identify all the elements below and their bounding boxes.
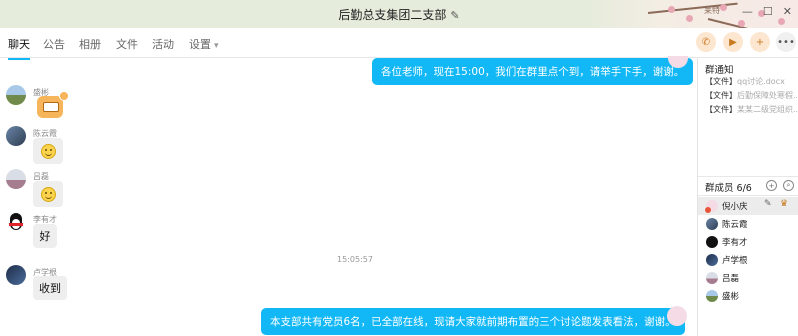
- avatar: [706, 254, 718, 266]
- more-button[interactable]: •••: [776, 32, 796, 52]
- tab-activities[interactable]: 活动: [152, 36, 174, 52]
- member-name: 盛彬: [722, 292, 740, 302]
- title-bar: 后勤总支集团二支部 ✎ 莱特 — ☐ ✕: [0, 0, 798, 28]
- smile-emoji-icon: [40, 186, 56, 202]
- notice-file-item[interactable]: 【文件】后勤保障处寒假...: [705, 90, 798, 101]
- search-icon[interactable]: ⌕: [783, 180, 794, 191]
- member-item[interactable]: 盛彬: [698, 287, 798, 305]
- avatar: [706, 236, 718, 248]
- tab-settings-label: 设置: [189, 38, 211, 51]
- minimize-icon[interactable]: —: [742, 5, 753, 18]
- file-name: 后勤保障处寒假...: [737, 91, 798, 100]
- notice-tag: 【文件】: [705, 77, 737, 86]
- divider: [698, 176, 798, 177]
- message-timestamp: 15:05:57: [337, 255, 373, 264]
- message-bubble-incoming[interactable]: 好: [33, 224, 57, 248]
- smile-emoji-icon: [40, 143, 56, 159]
- file-name: 某某二级党组织...: [737, 105, 798, 114]
- tab-announcements[interactable]: 公告: [43, 36, 65, 52]
- message-bubble-outgoing[interactable]: 本支部共有党员6名，已全部在线，现请大家就前期布置的三个讨论题发表看法，谢谢。: [261, 308, 685, 335]
- member-list-title: 群成员 6/6: [705, 183, 752, 194]
- member-item[interactable]: 陈云霞: [698, 215, 798, 233]
- tab-files[interactable]: 文件: [116, 36, 138, 52]
- member-name: 李有才: [722, 238, 748, 248]
- member-name: 倪小庆: [722, 202, 748, 212]
- edit-icon[interactable]: ✎: [764, 199, 772, 209]
- member-item[interactable]: 吕磊: [698, 269, 798, 287]
- grinning-sticker[interactable]: [37, 91, 69, 118]
- phone-call-button[interactable]: ✆: [696, 32, 716, 52]
- video-call-button[interactable]: ▶: [723, 32, 743, 52]
- chat-area[interactable]: [0, 58, 697, 336]
- add-app-button[interactable]: +: [750, 32, 770, 52]
- message-bubble-outgoing[interactable]: 各位老师，现在15:00，我们在群里点个到，请举手下手，谢谢。: [372, 58, 694, 85]
- notice-tag: 【文件】: [705, 105, 737, 114]
- status-dot: [705, 207, 711, 213]
- close-icon[interactable]: ✕: [783, 5, 792, 18]
- tab-chat[interactable]: 聊天: [8, 36, 30, 60]
- group-notice-title[interactable]: 群通知: [705, 62, 734, 76]
- divider: [698, 195, 798, 196]
- badge-icon: [59, 91, 69, 101]
- owner-icon: ♛: [780, 199, 789, 209]
- member-name: 吕磊: [722, 274, 740, 284]
- notice-tag: 【文件】: [705, 91, 737, 100]
- avatar[interactable]: [6, 126, 26, 146]
- avatar[interactable]: [6, 169, 26, 189]
- member-item[interactable]: 倪小庆 ✎ ♛: [698, 197, 798, 215]
- message-bubble-incoming[interactable]: [33, 138, 63, 164]
- plus-icon: +: [755, 36, 765, 48]
- corner-label: 莱特: [704, 6, 720, 15]
- phone-icon: ✆: [701, 36, 711, 48]
- avatar[interactable]: [6, 85, 26, 105]
- avatar: [706, 290, 718, 302]
- edit-icon[interactable]: ✎: [450, 9, 459, 22]
- member-name: 卢学根: [722, 256, 748, 266]
- member-item[interactable]: 李有才: [698, 233, 798, 251]
- file-name: qq讨论.docx: [737, 77, 785, 86]
- message-bubble-incoming[interactable]: [33, 181, 63, 207]
- message-bubble-incoming[interactable]: 收到: [33, 276, 67, 300]
- window-title: 后勤总支集团二支部: [338, 8, 447, 22]
- my-avatar[interactable]: [667, 306, 687, 326]
- member-name: 陈云霞: [722, 220, 748, 230]
- tab-settings[interactable]: 设置 ▾: [189, 36, 219, 52]
- avatar[interactable]: [6, 265, 26, 285]
- tab-album[interactable]: 相册: [79, 36, 101, 52]
- avatar: [706, 272, 718, 284]
- tab-bar: 聊天 公告 相册 文件 活动 设置 ▾: [0, 28, 798, 60]
- member-item[interactable]: 卢学根: [698, 251, 798, 269]
- qq-penguin-avatar[interactable]: [6, 212, 26, 232]
- more-icon: •••: [777, 36, 795, 48]
- invite-member-icon[interactable]: +: [766, 180, 777, 191]
- video-icon: ▶: [729, 36, 737, 48]
- chevron-down-icon: ▾: [214, 41, 219, 51]
- maximize-icon[interactable]: ☐: [763, 5, 773, 18]
- avatar: [706, 218, 718, 230]
- notice-file-item[interactable]: 【文件】某某二级党组织...: [705, 104, 798, 115]
- window-controls: — ☐ ✕: [742, 5, 792, 18]
- notice-file-item[interactable]: 【文件】qq讨论.docx: [705, 76, 785, 87]
